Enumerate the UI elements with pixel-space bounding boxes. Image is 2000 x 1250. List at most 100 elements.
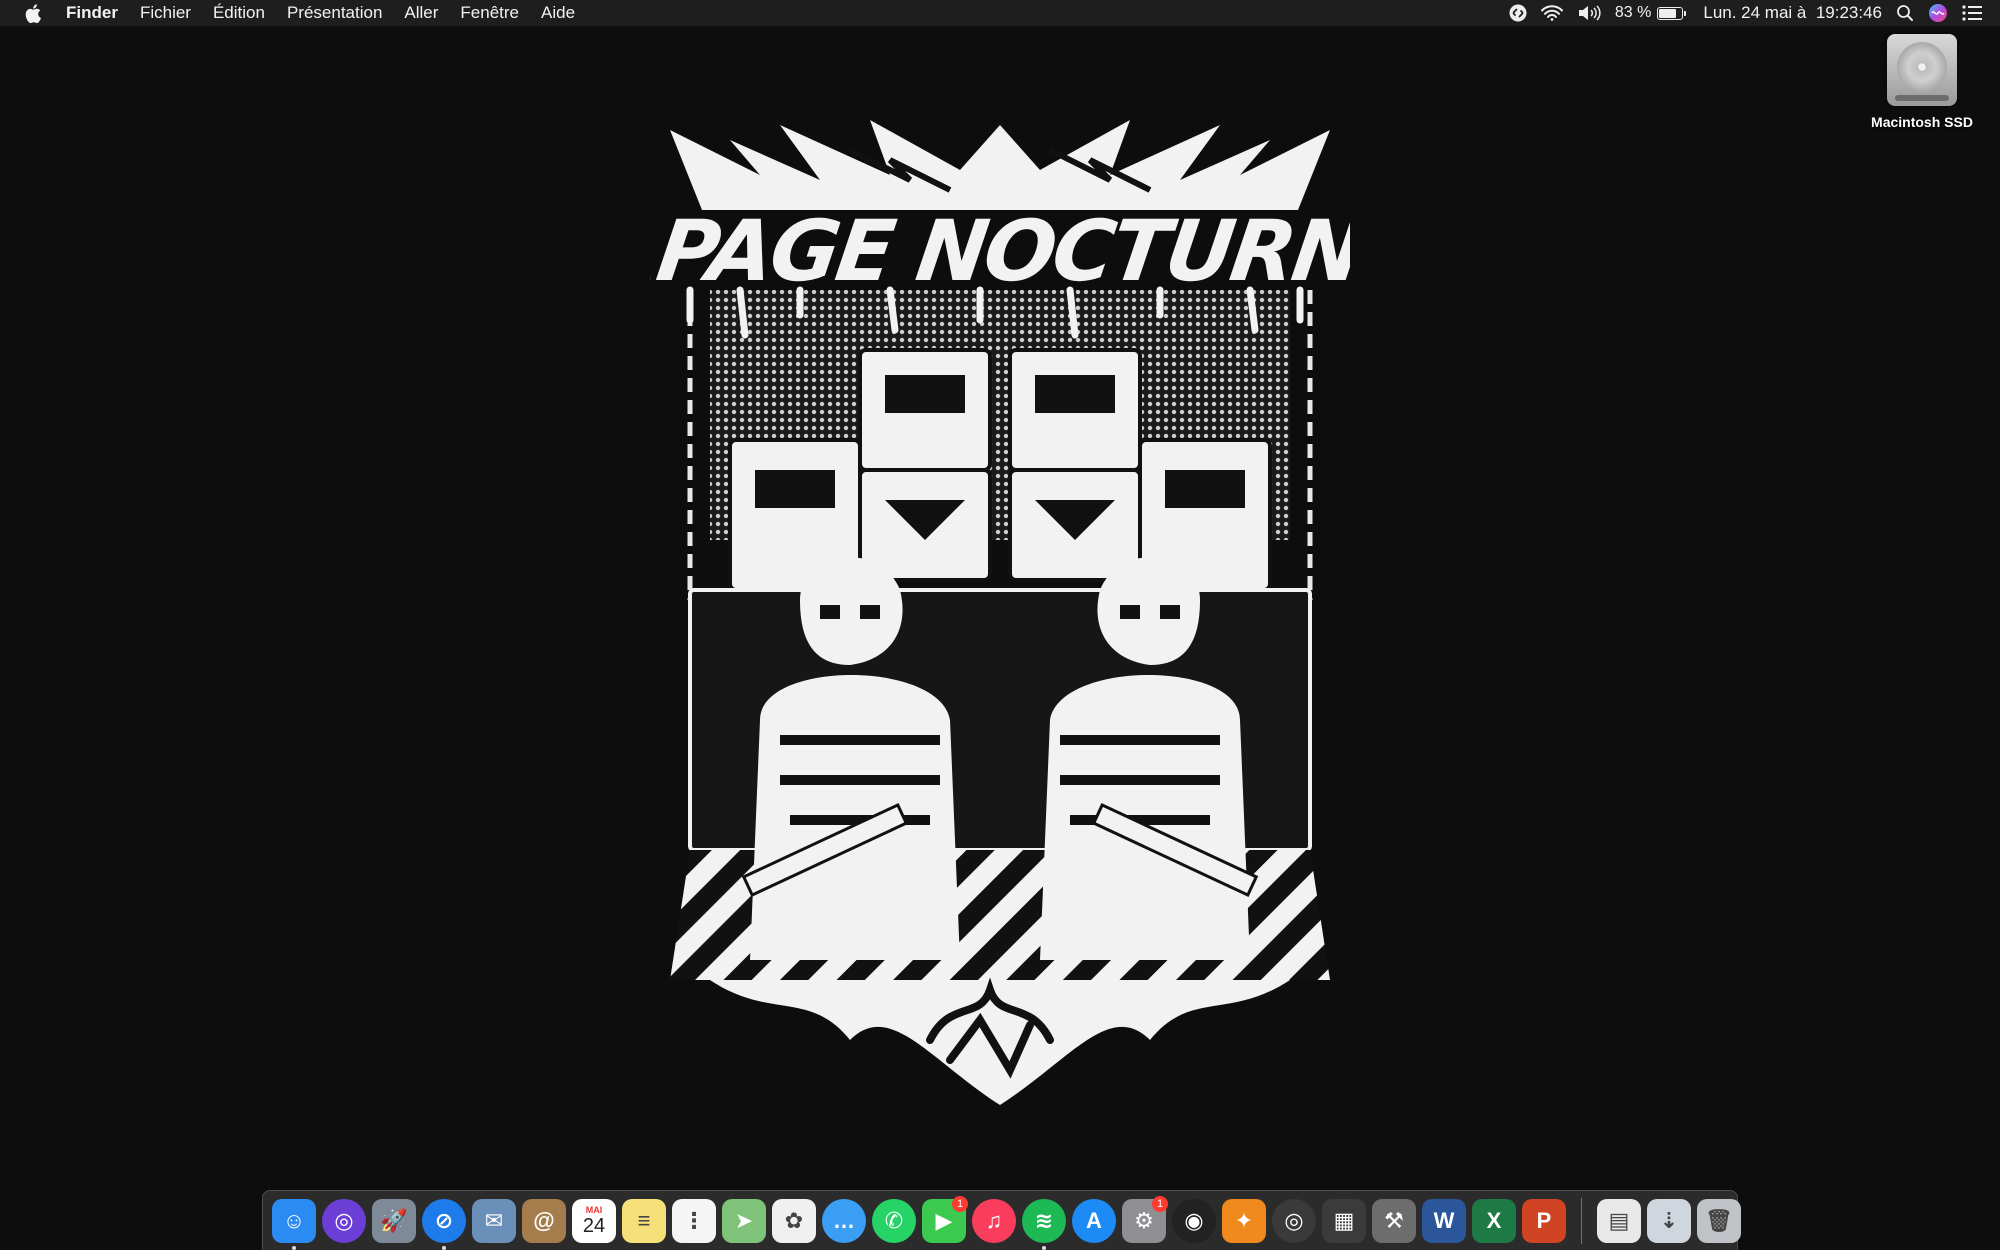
- dock-glyph: ♫: [985, 1207, 1003, 1233]
- volume-icon[interactable]: [1577, 0, 1601, 26]
- dock-item-system-preferences[interactable]: ⚙ 1: [1119, 1195, 1169, 1246]
- siri-icon: ◎: [322, 1198, 366, 1243]
- desktop-icon-macintosh-ssd[interactable]: Macintosh SSD: [1860, 34, 1984, 130]
- dock-glyph: ▶: [935, 1207, 953, 1233]
- dock-glyph: ⚙: [1134, 1207, 1154, 1233]
- dock-item-preview[interactable]: ✉: [469, 1196, 519, 1246]
- record-player-icon: ◉: [1172, 1198, 1216, 1243]
- dock-item-document[interactable]: ▤: [1594, 1196, 1644, 1246]
- wifi-icon[interactable]: [1540, 0, 1563, 26]
- hard-drive-icon: [1887, 34, 1957, 106]
- trash-icon: 🗑: [1697, 1198, 1741, 1243]
- menu-bar-left: Finder Fichier Édition Présentation Alle…: [0, 0, 586, 26]
- dock-item-siri[interactable]: ◎: [319, 1196, 369, 1246]
- notification-center-icon[interactable]: [1962, 0, 1982, 26]
- menu-app-finder[interactable]: Finder: [64, 0, 129, 26]
- compressor-icon: ⚒: [1372, 1198, 1416, 1243]
- word-icon: W: [1422, 1198, 1466, 1243]
- preview-icon: ✉: [472, 1198, 516, 1243]
- dock-glyph: ≋: [1034, 1207, 1054, 1233]
- menu-fenetre[interactable]: Fenêtre: [449, 0, 530, 26]
- dock-item-trash[interactable]: 🗑: [1694, 1196, 1744, 1246]
- running-indicator: [292, 1245, 296, 1250]
- dock-glyph: @: [533, 1207, 555, 1233]
- menu-aide[interactable]: Aide: [530, 0, 586, 26]
- dock-item-photos[interactable]: ✿: [769, 1196, 819, 1246]
- messages-icon: …: [822, 1198, 866, 1243]
- dock-item-excel[interactable]: X: [1469, 1196, 1519, 1246]
- dock-item-notes[interactable]: ≡: [619, 1196, 669, 1246]
- menu-presentation[interactable]: Présentation: [276, 0, 393, 26]
- battery-percent: 83 %: [1614, 4, 1652, 21]
- running-indicator: [1042, 1245, 1046, 1250]
- dock-glyph: ✿: [784, 1207, 804, 1233]
- launchpad-icon: 🚀: [372, 1198, 416, 1243]
- menu-aller[interactable]: Aller: [393, 0, 449, 26]
- dock-item-messages[interactable]: …: [819, 1196, 869, 1246]
- dock-item-safari[interactable]: ⊘: [419, 1196, 469, 1250]
- dock-glyph: ⊘: [434, 1207, 454, 1233]
- dock-glyph: ✆: [884, 1207, 904, 1233]
- menu-bar: Finder Fichier Édition Présentation Alle…: [0, 0, 2000, 26]
- flame-base: [710, 980, 1290, 1105]
- dock-item-music[interactable]: ♫: [969, 1196, 1019, 1246]
- dock-glyph: ✉: [484, 1207, 504, 1233]
- dock-glyph: ⇣: [1659, 1207, 1679, 1233]
- dock-glyph: 🗑: [1705, 1207, 1733, 1233]
- dock-item-vinyl[interactable]: ◎: [1269, 1196, 1319, 1246]
- dock-glyph: ✦: [1234, 1207, 1254, 1233]
- wallpaper-title: TAPAGE NOCTURNE: [650, 202, 1350, 300]
- notes-icon: ≡: [622, 1198, 666, 1243]
- dock-separator[interactable]: [1581, 1197, 1582, 1244]
- dock-item-launchpad[interactable]: 🚀: [369, 1196, 419, 1246]
- spotlight-icon[interactable]: [1896, 0, 1914, 26]
- final-cut-icon: ▦: [1322, 1198, 1366, 1243]
- powerpoint-icon: P: [1522, 1198, 1566, 1243]
- battery-status[interactable]: 83 %: [1614, 4, 1687, 22]
- dock-glyph: ◉: [1184, 1207, 1204, 1233]
- dock-item-maps[interactable]: ➤: [719, 1196, 769, 1246]
- menu-bar-status: 83 % Lun. 24 mai à 19:23:46: [1509, 0, 1982, 26]
- menu-clock[interactable]: Lun. 24 mai à 19:23:46: [1703, 3, 1882, 23]
- menu-fichier[interactable]: Fichier: [129, 0, 202, 26]
- dock-item-compressor[interactable]: ⚒: [1369, 1196, 1419, 1246]
- dock-glyph: ▦: [1333, 1207, 1355, 1233]
- downloads-icon: ⇣: [1647, 1198, 1691, 1243]
- dock-item-app-store[interactable]: A: [1069, 1196, 1119, 1246]
- dock-glyph: ➤: [734, 1207, 754, 1233]
- notification-badge: 1: [1152, 1195, 1168, 1212]
- dock-glyph: W: [1433, 1207, 1455, 1233]
- apple-menu-icon[interactable]: [22, 2, 44, 24]
- dock-item-contacts[interactable]: @: [519, 1196, 569, 1246]
- dock-glyph: ≡: [637, 1207, 651, 1233]
- dock-item-fl-studio[interactable]: ✦: [1219, 1196, 1269, 1246]
- dock-item-facetime[interactable]: ▶ 1: [919, 1195, 969, 1246]
- dock-glyph: ☺: [282, 1207, 306, 1233]
- battery-level-fill: [1659, 8, 1676, 18]
- dock-item-final-cut[interactable]: ▦: [1319, 1196, 1369, 1246]
- notification-badge: 1: [952, 1195, 968, 1212]
- calendar-day: 24: [582, 1214, 606, 1237]
- dock-item-reminders[interactable]: ⋮: [669, 1196, 719, 1246]
- running-indicator: [442, 1245, 446, 1250]
- dock-item-record-player[interactable]: ◉: [1169, 1196, 1219, 1246]
- siri-icon[interactable]: [1928, 0, 1948, 26]
- menu-edition[interactable]: Édition: [202, 0, 276, 26]
- dock-item-powerpoint[interactable]: P: [1519, 1196, 1569, 1246]
- dock-glyph: 🚀: [380, 1207, 408, 1233]
- dock-item-whatsapp[interactable]: ✆: [869, 1196, 919, 1246]
- shazam-icon[interactable]: [1509, 0, 1527, 26]
- dock-item-calendar[interactable]: MAI 24: [569, 1196, 619, 1246]
- safari-icon: ⊘: [422, 1198, 466, 1243]
- fl-studio-icon: ✦: [1222, 1198, 1266, 1243]
- wallpaper-artwork: TAPAGE NOCTURNE: [650, 120, 1350, 1105]
- dock-item-downloads[interactable]: ⇣: [1644, 1196, 1694, 1246]
- dock-glyph: ⚒: [1384, 1207, 1404, 1233]
- dock-item-spotify[interactable]: ≋: [1019, 1196, 1069, 1250]
- dock-glyph: ◎: [1284, 1207, 1304, 1233]
- calendar-month: MAI: [585, 1204, 603, 1215]
- dock-glyph: X: [1486, 1207, 1502, 1233]
- dock-item-word[interactable]: W: [1419, 1196, 1469, 1246]
- dock-item-finder[interactable]: ☺: [269, 1196, 319, 1250]
- document-icon: ▤: [1597, 1198, 1641, 1243]
